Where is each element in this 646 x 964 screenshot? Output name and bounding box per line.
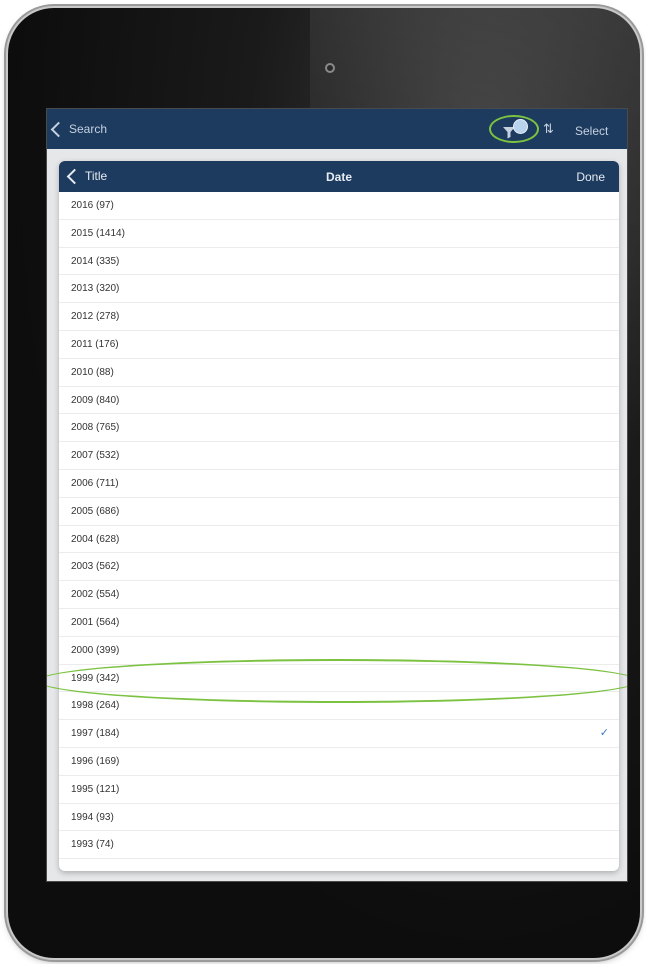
sort-icon: ⇅ (543, 121, 554, 136)
year-list-item[interactable]: 2012 (278) (59, 303, 619, 331)
year-list-item[interactable]: 2007 (532) (59, 442, 619, 470)
year-list-item[interactable]: 1996 (169) (59, 748, 619, 776)
back-to-search-label: Search (69, 122, 108, 136)
year-label: 2008 (765) (71, 422, 120, 434)
year-label: 2003 (562) (71, 561, 120, 573)
year-list-item[interactable]: 2011 (176) (59, 331, 619, 359)
year-label: 2000 (399) (71, 644, 120, 656)
year-list-item[interactable]: 2002 (554) (59, 581, 619, 609)
year-list-item[interactable]: 2001 (564) (59, 609, 619, 637)
year-list-item[interactable]: 2008 (765) (59, 414, 619, 443)
year-list-item[interactable]: 2009 (840) (59, 387, 619, 415)
year-label: 2006 (711) (71, 477, 119, 489)
filter-highlight-annotation (489, 115, 539, 143)
year-list-item[interactable]: 1997 (184) ✓ (59, 720, 619, 748)
year-label: 2007 (532) (71, 450, 120, 462)
year-list-item[interactable]: 2005 (686) (59, 498, 619, 526)
year-list-item[interactable]: 2006 (711) (59, 470, 619, 498)
done-button[interactable]: Done (576, 170, 605, 184)
checkmark-icon: ✓ (599, 727, 609, 740)
sort-button[interactable]: ⇅ (543, 121, 554, 137)
camera-icon (325, 63, 335, 73)
year-label: 2009 (840) (71, 394, 120, 406)
year-label: 1997 (184) (71, 728, 120, 740)
year-list-item[interactable]: 1994 (93) (59, 804, 619, 832)
year-list-item[interactable]: 2004 (628) (59, 526, 619, 554)
screen: Search ⇅ Select Title Date Done 2016 (97… (47, 109, 627, 881)
date-filter-popover: Title Date Done 2016 (97) 2015 (1414) 2014… (59, 161, 619, 871)
select-button[interactable]: Select (575, 124, 608, 138)
year-label: 2001 (564) (71, 616, 120, 628)
selected-row-highlight-annotation (47, 659, 627, 703)
top-navigation-bar: Search ⇅ Select (47, 109, 627, 149)
year-label: 2013 (320) (71, 283, 120, 295)
year-label: 1994 (93) (71, 811, 114, 823)
year-list: 2016 (97) 2015 (1414) 2014 (335) 2013 (320)… (59, 192, 619, 860)
year-label: 2002 (554) (71, 589, 120, 601)
popover-header: Title Date Done (59, 161, 619, 192)
year-label: 2005 (686) (71, 505, 120, 517)
year-list-item[interactable]: 2013 (320) (59, 275, 619, 304)
year-label: 2004 (628) (71, 533, 120, 545)
back-to-search-button[interactable]: Search (50, 121, 108, 137)
year-label: 1998 (264) (71, 700, 120, 712)
year-label: 2012 (278) (71, 311, 120, 323)
year-list-item[interactable]: 1995 (121) (59, 776, 619, 804)
popover-title: Date (325, 170, 352, 184)
year-list-item[interactable]: 2016 (97) (59, 192, 619, 220)
year-list-item[interactable]: 2014 (335) (59, 248, 619, 276)
year-label: 1995 (121) (71, 783, 120, 795)
year-label: 1996 (169) (71, 755, 120, 767)
year-label: 2014 (335) (71, 255, 120, 267)
year-list-item[interactable]: 2003 (562) (59, 553, 619, 582)
year-label: 2010 (88) (71, 366, 114, 378)
year-list-item[interactable]: 2010 (88) (59, 359, 619, 387)
year-label: 1993 (74) (71, 839, 114, 851)
tablet-device: Search ⇅ Select Title Date Done 2016 (97… (8, 8, 640, 958)
year-list-item[interactable]: 1993 (74) (59, 831, 619, 860)
year-label: 2016 (97) (71, 200, 114, 211)
chevron-left-icon (50, 121, 67, 137)
year-label: 2011 (176) (71, 338, 119, 350)
year-label: 2015 (1414) (71, 227, 125, 239)
year-list-item[interactable]: 2015 (1414) (59, 220, 619, 248)
